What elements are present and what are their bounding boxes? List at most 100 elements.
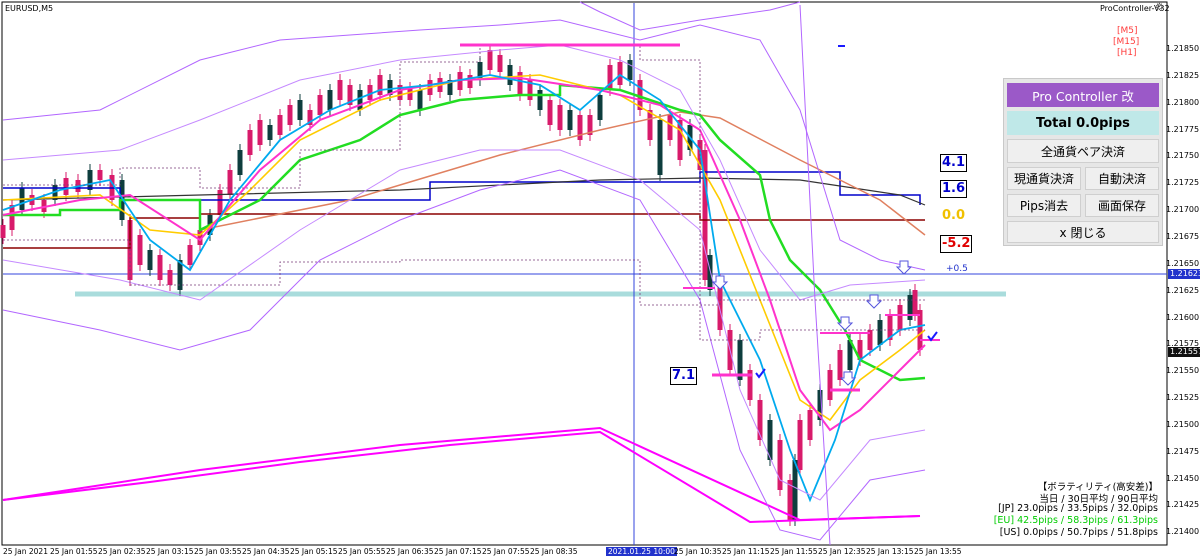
candle-body <box>557 105 563 130</box>
time-axis-label: 25 Jan 11:55 <box>770 547 818 556</box>
time-axis-label: 25 Jan 01:55 <box>50 547 98 556</box>
candle-body <box>137 235 143 265</box>
price-axis-label: 1.21425 <box>1166 500 1200 510</box>
candle-body <box>227 170 233 195</box>
volatility-us: [US] 0.0pips / 50.7pips / 51.8pips <box>999 527 1158 538</box>
pips-value-3: 0.0 <box>940 207 968 225</box>
pips-value-2: 1.6 <box>940 180 968 198</box>
volatility-eu: [EU] 42.5pips / 58.3pips / 61.3pips <box>993 515 1158 526</box>
price-axis-label: 1.21600 <box>1166 312 1200 322</box>
price-axis-label: 1.21650 <box>1166 258 1200 268</box>
panel-title[interactable]: Pro Controller 改 <box>1007 83 1159 107</box>
candle-body <box>912 290 918 315</box>
candle-body <box>547 100 553 125</box>
pips-value-5: 7.1 <box>670 367 698 385</box>
candle-body <box>827 370 833 400</box>
candle-body <box>577 115 583 140</box>
candle-body <box>287 105 293 125</box>
hline-diff-label: +0.5 <box>946 264 968 274</box>
price-axis-label: 1.21750 <box>1166 151 1200 161</box>
close-current-button[interactable]: 現通貨決済 <box>1007 167 1081 190</box>
candle-body <box>617 62 623 85</box>
candle-body <box>657 120 663 175</box>
time-axis-label: 25 Jan 05:15 <box>290 547 338 556</box>
candle-body <box>667 115 673 140</box>
candle-body <box>377 75 383 95</box>
price-axis-label: 1.21450 <box>1166 473 1200 483</box>
candle-body <box>327 90 333 110</box>
candle-body <box>797 420 803 470</box>
candle-body <box>707 255 713 290</box>
candle-body <box>187 245 193 265</box>
candle-body <box>87 170 93 190</box>
time-axis-label: 25 Jan 07:55 <box>482 547 530 556</box>
candle-body <box>407 88 413 100</box>
candle-body <box>627 60 633 80</box>
candle-body <box>237 150 243 175</box>
time-axis-label: 25 Jan 10:35 <box>674 547 722 556</box>
candle-body <box>247 130 253 155</box>
candle-body <box>257 120 263 145</box>
time-axis-label: 25 Jan 02:35 <box>98 547 146 556</box>
time-axis-label: 25 Jan 13:15 <box>866 547 914 556</box>
candle-body <box>217 190 223 215</box>
price-axis-label: 1.21675 <box>1166 231 1200 241</box>
price-axis-label: 1.21475 <box>1166 446 1200 456</box>
time-axis-label: 2021.01.25 10:00 <box>606 547 677 556</box>
time-axis-label: 25 Jan 03:55 <box>194 547 242 556</box>
save-screen-button[interactable]: 画面保存 <box>1085 194 1159 217</box>
price-axis-label: 1.21550 <box>1166 366 1200 376</box>
candle-body <box>837 350 843 380</box>
candle-body <box>487 50 493 70</box>
candle-body <box>597 95 603 120</box>
candle-body <box>267 125 273 140</box>
price-axis-label: 1.21525 <box>1166 393 1200 403</box>
candle-body <box>567 110 573 130</box>
time-axis-label: 25 Jan 06:35 <box>386 547 434 556</box>
pips-value-1: 4.1 <box>940 154 968 172</box>
price-axis-label: 1.21725 <box>1166 178 1200 188</box>
candle-body <box>0 225 6 238</box>
candle-body <box>147 250 153 270</box>
candle-body <box>167 270 173 285</box>
auto-close-button[interactable]: 自動決済 <box>1085 167 1159 190</box>
close-all-pairs-button[interactable]: 全通貨ペア決済 <box>1007 139 1159 163</box>
candle-body <box>807 410 813 440</box>
price-axis-label: 1.21825 <box>1166 70 1200 80</box>
current-price-tag: 1.21557 <box>1168 347 1200 357</box>
candle-body <box>277 115 283 135</box>
candle-body <box>507 65 513 85</box>
candle-body <box>9 205 15 230</box>
settings-gear-icon[interactable]: ⚙ <box>1155 2 1164 13</box>
candle-body <box>317 95 323 115</box>
price-axis-label: 1.21400 <box>1166 527 1200 537</box>
clear-pips-button[interactable]: Pips消去 <box>1007 194 1081 217</box>
timeframe-tag-m15: [M15] <box>1113 37 1140 47</box>
panel-total: Total 0.0pips <box>1007 111 1159 135</box>
time-axis-label: 25 Jan 11:15 <box>722 547 770 556</box>
price-axis-label: 1.21775 <box>1166 124 1200 134</box>
candle-body <box>97 170 103 180</box>
timeframe-tag-h1: [H1] <box>1117 48 1137 58</box>
candle-body <box>467 75 473 88</box>
volatility-jp: [JP] 23.0pips / 33.5pips / 32.0pips <box>998 503 1158 514</box>
candle-body <box>297 100 303 120</box>
timeframe-tag-m5: [M5] <box>1117 26 1138 36</box>
price-axis-label: 1.21625 <box>1166 285 1200 295</box>
candle-body <box>777 440 783 490</box>
price-axis-label: 1.21850 <box>1166 44 1200 53</box>
price-axis-label: 1.21800 <box>1166 97 1200 107</box>
time-axis-label: 25 Jan 07:15 <box>434 547 482 556</box>
candle-body <box>647 110 653 140</box>
price-axis-label: 1.21500 <box>1166 419 1200 429</box>
candle-body <box>417 90 423 110</box>
candle-body <box>877 320 883 345</box>
candle-body <box>337 80 343 100</box>
symbol-label: EURUSD,M5 <box>5 4 54 13</box>
price-axis-label: 1.21700 <box>1166 205 1200 215</box>
hline-price-tag: 1.21623 <box>1168 269 1200 279</box>
pips-value-4: -5.2 <box>940 235 973 253</box>
close-panel-button[interactable]: x 閉じる <box>1007 221 1159 243</box>
pro-controller-panel: Pro Controller 改 Total 0.0pips 全通貨ペア決済 現… <box>1003 78 1163 246</box>
time-axis-label: 25 Jan 13:55 <box>914 547 962 556</box>
